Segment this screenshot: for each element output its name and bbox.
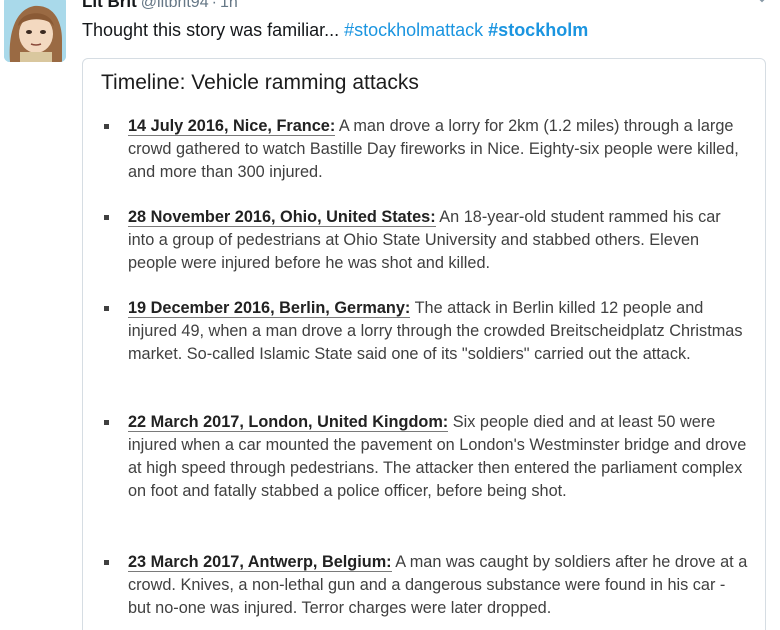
- tweet-text: Thought this story was familiar... #stock…: [82, 20, 588, 41]
- chevron-down-icon[interactable]: [752, 0, 772, 6]
- entry-heading[interactable]: 14 July 2016, Nice, France:: [128, 117, 336, 136]
- tweet-header: Lit Brit @litbrit94 · 1h: [82, 0, 238, 12]
- display-name[interactable]: Lit Brit: [82, 0, 137, 11]
- list-item: 14 July 2016, Nice, France: A man drove …: [104, 115, 748, 184]
- entry-heading[interactable]: 23 March 2017, Antwerp, Belgium:: [128, 553, 392, 572]
- list-item: 28 November 2016, Ohio, United States: A…: [104, 206, 748, 275]
- bullet: [104, 306, 109, 311]
- list-item: 22 March 2017, London, United Kingdom: S…: [104, 411, 748, 503]
- timeline-card[interactable]: Timeline: Vehicle ramming attacks 14 Jul…: [82, 58, 766, 630]
- hashtag-link[interactable]: #stockholmattack: [344, 20, 483, 40]
- avatar-illustration: [4, 0, 66, 62]
- list-item: 23 March 2017, Antwerp, Belgium: A man w…: [104, 551, 748, 620]
- bullet: [104, 420, 109, 425]
- entry-heading[interactable]: 19 December 2016, Berlin, Germany:: [128, 299, 411, 318]
- tweet-body: Thought this story was familiar...: [82, 20, 340, 40]
- tweet-timestamp[interactable]: 1h: [220, 0, 238, 11]
- list-item: 19 December 2016, Berlin, Germany: The a…: [104, 297, 748, 366]
- card-title: Timeline: Vehicle ramming attacks: [101, 71, 419, 94]
- user-handle[interactable]: @litbrit94: [141, 0, 209, 11]
- entry-heading[interactable]: 22 March 2017, London, United Kingdom:: [128, 413, 449, 432]
- bullet: [104, 215, 109, 220]
- entry-heading[interactable]: 28 November 2016, Ohio, United States:: [128, 208, 436, 227]
- separator-dot: ·: [211, 0, 217, 11]
- hashtag-link[interactable]: #stockholm: [488, 20, 588, 40]
- bullet: [104, 124, 109, 129]
- bullet: [104, 560, 109, 565]
- avatar[interactable]: [4, 0, 66, 62]
